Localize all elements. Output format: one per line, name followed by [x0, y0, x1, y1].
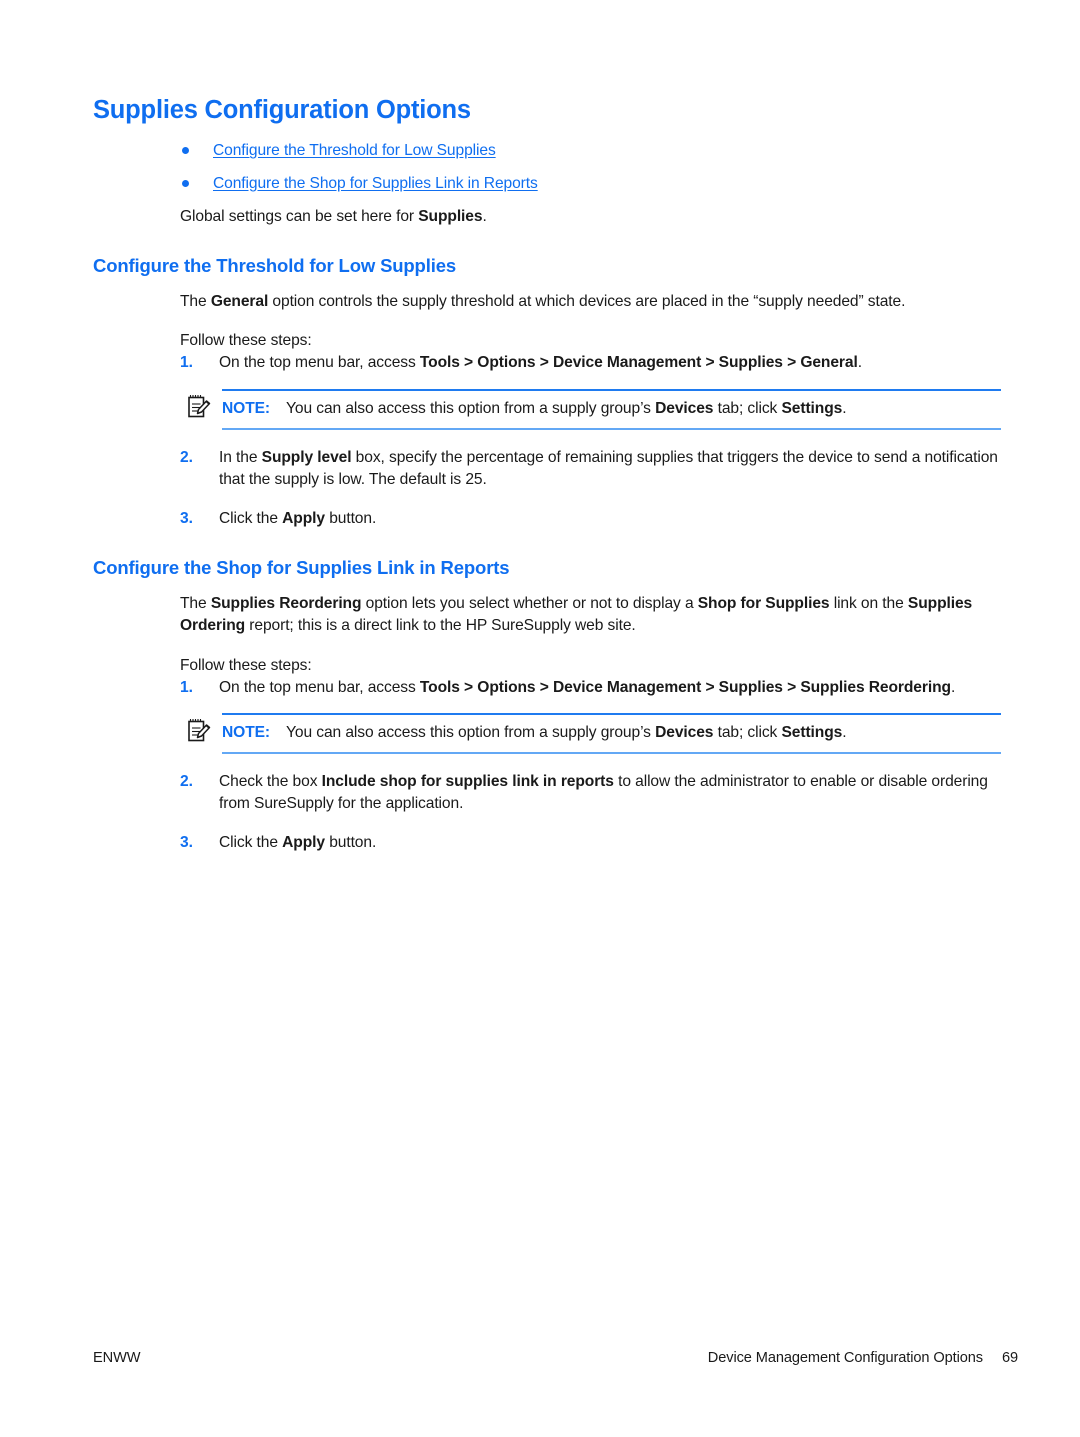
step-number: 1.: [180, 354, 193, 372]
page-title: Supplies Configuration Options: [93, 96, 471, 124]
s1-step3-p2: button.: [324, 510, 377, 528]
s2-b2: Shop for Supplies: [697, 595, 830, 613]
intro-paragraph: Global settings can be set here for Supp…: [180, 206, 1003, 228]
step-item-3: 3. Click the Apply button.: [180, 508, 1003, 530]
notepad-pencil-icon: [184, 392, 214, 422]
section-2-follow-steps: Follow these steps:: [180, 656, 312, 674]
step-number: 1.: [180, 678, 193, 696]
intro-bold-supplies: Supplies: [418, 207, 483, 225]
s1-step3-b1: Apply: [282, 510, 325, 528]
section-2-paragraph: The Supplies Reordering option lets you …: [180, 593, 1003, 637]
s1-step2-p1: In the: [219, 448, 262, 466]
page-content: Supplies Configuration Options Configure…: [93, 96, 1003, 854]
s2-p1: The: [180, 595, 211, 613]
note-body: NOTE: You can also access this option fro…: [222, 723, 847, 741]
n1-t3: .: [842, 399, 847, 417]
section-1-follow-steps: Follow these steps:: [180, 332, 312, 350]
s2-step3-p1: Click the: [219, 834, 283, 852]
section-2-steps: 1. On the top menu bar, access Tools > O…: [180, 677, 1003, 855]
s2-p2: option lets you select whether or not to…: [361, 595, 698, 613]
n1-t1: You can also access this option from a s…: [286, 399, 656, 417]
step-number: 2.: [180, 448, 193, 466]
s1-b1: General: [210, 293, 269, 311]
footer-locale-code: ENWW: [93, 1350, 141, 1366]
step-item-1: 1. On the top menu bar, access Tools > O…: [180, 677, 1003, 755]
n1-b1: Devices: [655, 399, 714, 417]
s2-step2-p1: Check the box: [219, 773, 322, 791]
list-item: Configure the Shop for Supplies Link in …: [180, 174, 1003, 194]
n2-b1: Devices: [655, 723, 714, 741]
step-item-3: 3. Click the Apply button.: [180, 832, 1003, 854]
notepad-pencil-icon: [184, 716, 214, 746]
note-label: NOTE:: [222, 723, 271, 741]
s2-step1-p2: .: [950, 678, 956, 696]
s2-p3: link on the: [829, 595, 908, 613]
section-1-heading: Configure the Threshold for Low Supplies: [93, 254, 456, 276]
section-2-intro: The Supplies Reordering option lets you …: [180, 593, 1003, 676]
s1-step1-p2: .: [857, 354, 862, 372]
bullet-icon: [182, 147, 189, 155]
document-page: Supplies Configuration Options Configure…: [0, 0, 1080, 1437]
step-item-1: 1. On the top menu bar, access Tools > O…: [180, 352, 1003, 430]
s2-b1: Supplies Reordering: [210, 595, 362, 613]
n1-b2: Settings: [781, 399, 843, 417]
footer-chapter-title: Device Management Configuration Options: [707, 1350, 983, 1366]
note-text: You can also access this option from a s…: [286, 399, 847, 417]
intro-text-after: .: [482, 207, 487, 225]
footer-right-group: Device Management Configuration Options …: [708, 1350, 1018, 1366]
step-number: 3.: [180, 510, 193, 528]
step-number: 2.: [180, 773, 193, 791]
n2-t2: tab; click: [713, 723, 782, 741]
s2-p4: report; this is a direct link to the HP …: [245, 617, 636, 635]
toc-link-list: Configure the Threshold for Low Supplies…: [180, 141, 1003, 194]
section-1-steps: 1. On the top menu bar, access Tools > O…: [180, 352, 1003, 530]
note-body: NOTE: You can also access this option fro…: [222, 399, 847, 417]
s1-step3-p1: Click the: [219, 510, 283, 528]
step-item-2: 2. Check the box Include shop for suppli…: [180, 771, 1003, 815]
s2-step3-p2: button.: [324, 834, 377, 852]
s1-p2: option controls the supply threshold at …: [268, 293, 906, 311]
toc-link-threshold[interactable]: Configure the Threshold for Low Supplies: [213, 142, 496, 159]
n1-t2: tab; click: [713, 399, 782, 417]
footer-page-number: 69: [1001, 1350, 1018, 1366]
s1-p1: The: [180, 293, 211, 311]
intro-text-before: Global settings can be set here for: [180, 207, 419, 225]
s2-step1-menu-path: Tools > Options > Device Management > Su…: [419, 678, 951, 696]
section-2-heading: Configure the Shop for Supplies Link in …: [93, 557, 510, 579]
section-1-intro: The General option controls the supply t…: [180, 291, 1003, 352]
s2-step1-p1: On the top menu bar, access: [219, 678, 420, 696]
intro-block: Global settings can be set here for Supp…: [180, 206, 1003, 228]
toc-link-shop-for-supplies[interactable]: Configure the Shop for Supplies Link in …: [213, 175, 538, 192]
n2-t1: You can also access this option from a s…: [286, 723, 656, 741]
page-footer: ENWW Device Management Configuration Opt…: [93, 1350, 1018, 1366]
section-1-paragraph: The General option controls the supply t…: [180, 291, 1003, 313]
note-label: NOTE:: [222, 399, 271, 417]
s2-step3-b1: Apply: [282, 834, 325, 852]
note-callout-1: NOTE: You can also access this option fro…: [188, 388, 1001, 430]
s2-step2-b1: Include shop for supplies link in report…: [321, 773, 614, 791]
note-callout-2: NOTE: You can also access this option fro…: [188, 712, 1001, 755]
s1-step1-menu-path: Tools > Options > Device Management > Su…: [419, 354, 858, 372]
step-item-2: 2. In the Supply level box, specify the …: [180, 447, 1003, 491]
n2-t3: .: [842, 723, 847, 741]
bullet-icon: [182, 179, 189, 187]
n2-b2: Settings: [781, 723, 843, 741]
note-text: You can also access this option from a s…: [286, 723, 847, 741]
list-item: Configure the Threshold for Low Supplies: [180, 141, 1003, 161]
step-number: 3.: [180, 834, 193, 852]
s1-step2-b1: Supply level: [261, 448, 352, 466]
s1-step1-p1: On the top menu bar, access: [219, 354, 420, 372]
